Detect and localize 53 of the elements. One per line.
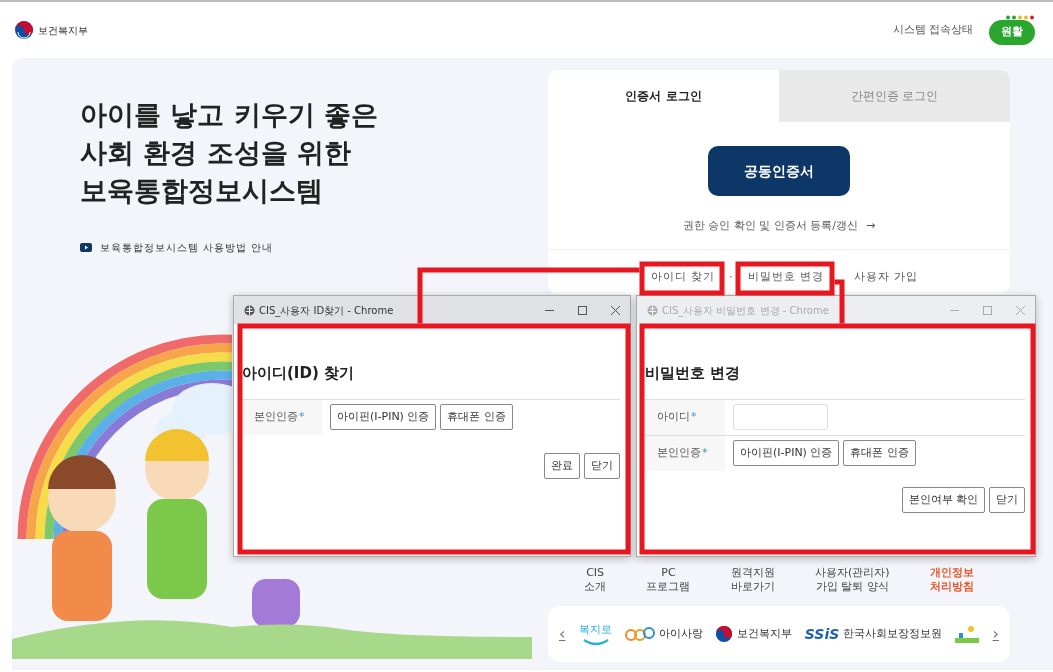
- playground-icon: [954, 625, 979, 643]
- footer-link[interactable]: CIS 소개: [584, 566, 607, 594]
- emblem-icon: [715, 625, 734, 643]
- action-button[interactable]: 닫기: [989, 486, 1025, 513]
- field-label: 아이디: [657, 408, 690, 425]
- partner-logo-text[interactable]: SSiS: [804, 623, 840, 645]
- partner-logo-text[interactable]: 보건복지부: [737, 625, 793, 643]
- action-button[interactable]: 완료: [544, 452, 580, 479]
- verify-button[interactable]: 휴대폰 인증: [440, 403, 513, 431]
- hero-title: 아이를 낳고 키우기 좋은 사회 환경 조성을 위한 보육통합정보시스템: [80, 98, 380, 208]
- footer-link[interactable]: PC 프로그램: [646, 566, 691, 594]
- required-mark: *: [702, 444, 708, 461]
- rings-icon: [624, 627, 655, 641]
- account-link[interactable]: 비밀번호 변경: [747, 269, 825, 282]
- id-input-field[interactable]: [733, 404, 828, 430]
- connector-line: [834, 279, 845, 324]
- emblem-icon: [14, 20, 34, 40]
- window-title: CIS_사용자 ID찾기 - Chrome: [259, 303, 394, 318]
- verify-button[interactable]: 휴대폰 인증: [843, 439, 916, 467]
- field-label: 본인인증: [657, 444, 701, 461]
- window-title: CIS_사용자 비밀번호 변경 - Chrome: [662, 303, 829, 318]
- required-mark: *: [299, 408, 305, 425]
- video-icon: [80, 243, 92, 252]
- action-button[interactable]: 본인여부 확인: [901, 486, 985, 513]
- verify-button[interactable]: 아이핀(I-PIN) 인증: [330, 403, 437, 431]
- smile-arc-icon: [581, 638, 610, 647]
- close-icon[interactable]: [611, 305, 620, 315]
- dialog-heading: 아이디(ID) 찾기: [242, 363, 355, 384]
- globe-icon: [244, 304, 255, 316]
- globe-icon: [647, 304, 658, 316]
- previous-button[interactable]: ‹: [558, 621, 567, 647]
- partner-logo-text[interactable]: 한국사회보장정보원: [843, 625, 943, 643]
- account-link[interactable]: 사용자 가입: [854, 269, 919, 282]
- partner-logo-text[interactable]: 아이사랑: [658, 625, 703, 643]
- maximize-icon[interactable]: [578, 305, 587, 315]
- guide-link[interactable]: 보육통합정보시스템 사용방법 안내: [100, 240, 274, 255]
- status-badge: 원활: [989, 20, 1035, 45]
- logo-text: 보건복지부: [38, 23, 88, 38]
- dialog-heading: 비밀번호 변경: [645, 363, 742, 384]
- status-label: 시스템 접속상태: [892, 21, 973, 38]
- verify-button[interactable]: 아이핀(I-PIN) 인증: [733, 439, 840, 467]
- required-mark: *: [691, 408, 697, 425]
- footer-link[interactable]: 사용자(관리자) 가입 탈퇴 양식: [815, 566, 890, 594]
- field-label: 본인인증: [254, 408, 298, 425]
- next-button[interactable]: ›: [991, 621, 1000, 647]
- register-link[interactable]: 권한 승인 확인 및 인증서 등록/갱신: [682, 218, 858, 235]
- status-dots-drawing: [1005, 15, 1035, 21]
- account-link[interactable]: 아이디 찾기: [651, 269, 716, 282]
- certificate-login-button[interactable]: 공동인증서: [708, 146, 850, 196]
- separator-dot: ·: [729, 269, 734, 282]
- footer-link[interactable]: 원격지원 바로가기: [730, 566, 775, 594]
- arrow-icon: →: [866, 218, 876, 235]
- action-button[interactable]: 닫기: [584, 452, 620, 479]
